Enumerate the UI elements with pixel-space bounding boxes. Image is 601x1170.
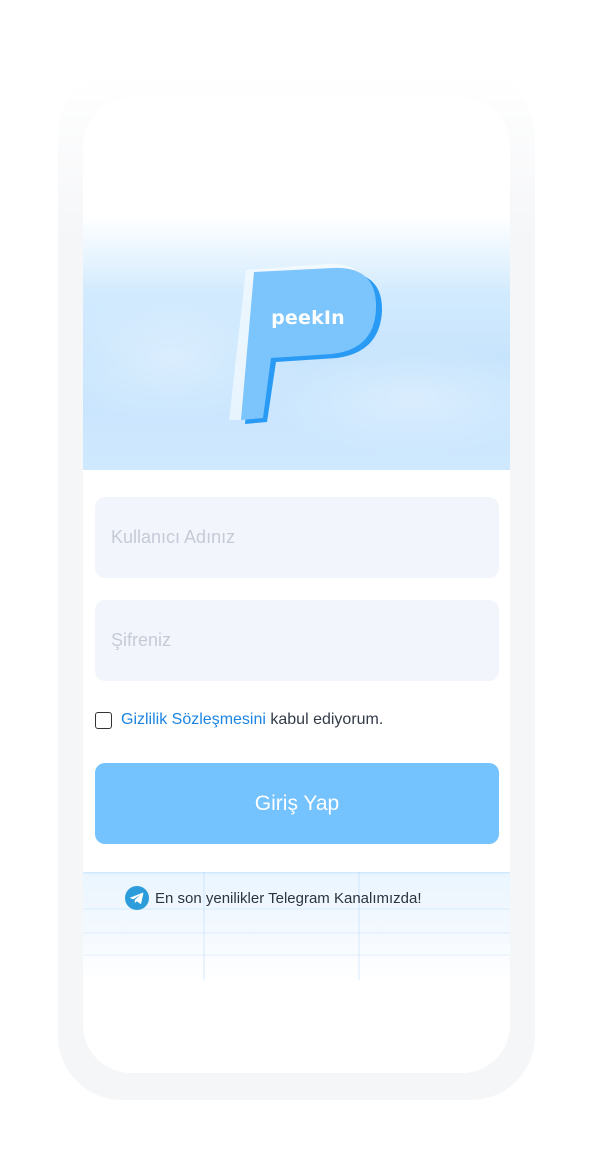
login-button[interactable]: Giriş Yap: [95, 763, 499, 844]
app-screen: peekIn Gizlilik Sözleşmesini kabul ediyo…: [83, 98, 510, 1073]
agreement-text: kabul ediyorum.: [270, 711, 384, 728]
username-input[interactable]: [95, 497, 499, 578]
agreement-row: Gizlilik Sözleşmesini kabul ediyorum.: [95, 708, 383, 732]
agreement-checkbox[interactable]: [95, 711, 112, 729]
telegram-banner-text: En son yenilikler Telegram Kanalımızda!: [155, 889, 422, 907]
hero-banner: peekIn: [83, 98, 510, 470]
privacy-agreement-link[interactable]: Gizlilik Sözleşmesini: [121, 711, 266, 729]
telegram-banner-link[interactable]: En son yenilikler Telegram Kanalımızda!: [125, 885, 422, 911]
password-input[interactable]: [95, 600, 499, 681]
app-logo: peekIn: [211, 258, 385, 430]
telegram-icon: [125, 886, 149, 910]
logo-text: peekIn: [271, 307, 345, 329]
logo-p-shape: [229, 263, 383, 424]
